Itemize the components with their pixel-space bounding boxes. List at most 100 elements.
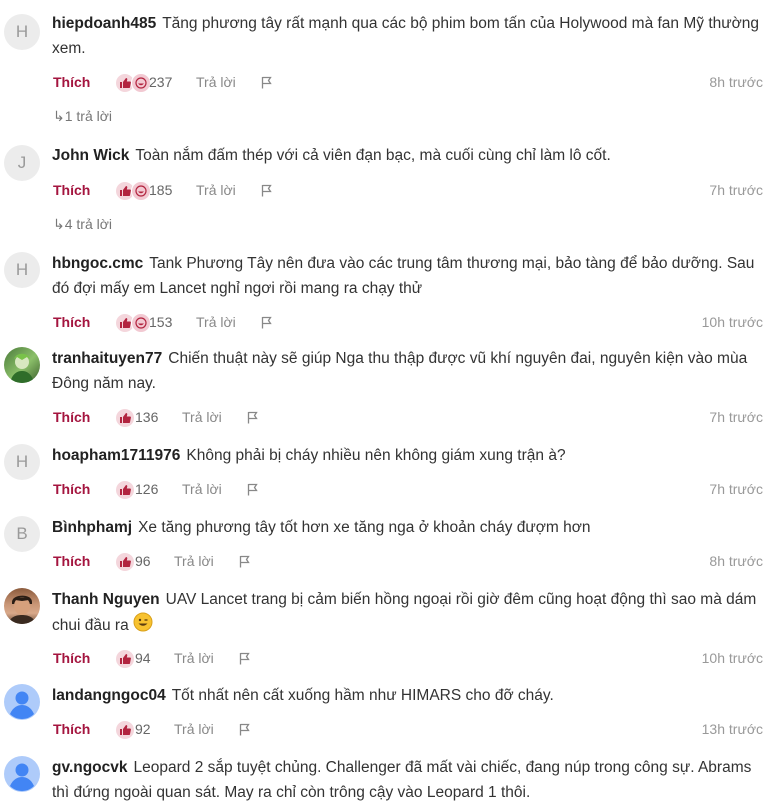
reaction-icons	[115, 552, 135, 572]
comment-text: Bìnhphamj Xe tăng phương tây tốt hơn xe t…	[52, 519, 591, 536]
haha-icon	[131, 181, 151, 201]
timestamp: 10h trước	[701, 314, 763, 330]
username[interactable]: Bìnhphamj	[52, 519, 132, 536]
like-button[interactable]: Thích	[53, 74, 90, 90]
flag-icon[interactable]	[261, 76, 273, 92]
thumbs-up-icon	[115, 720, 135, 740]
reply-arrow-icon: ↳	[53, 216, 65, 232]
reaction-icons	[115, 480, 135, 500]
comment-text: landangngoc04 Tốt nhất nên cất xuống hầm …	[52, 687, 554, 704]
avatar[interactable]: H	[4, 14, 40, 50]
like-button[interactable]: Thích	[53, 553, 90, 569]
comment-text: tranhaituyen77 Chiến thuật này sẽ giúp Ng…	[52, 350, 748, 392]
thumbs-up-icon	[115, 649, 135, 669]
like-button[interactable]: Thích	[53, 182, 90, 198]
timestamp: 10h trước	[701, 650, 763, 666]
avatar[interactable]: J	[4, 145, 40, 181]
reply-button[interactable]: Trả lời	[174, 553, 214, 569]
comment-actions: Thích 153 Trả lời 10h trước	[53, 313, 763, 334]
username[interactable]: hbngoc.cmc	[52, 255, 143, 272]
comment-text: hoapham1711976 Không phải bị cháy nhiều n…	[52, 447, 566, 464]
comment-text: gv.ngocvk Leopard 2 sắp tuyệt chủng. Chal…	[52, 759, 752, 801]
flag-icon[interactable]	[261, 316, 273, 332]
username[interactable]: gv.ngocvk	[52, 759, 128, 776]
comment-text: John Wick Toàn nắm đấm thép với cả viên đ…	[52, 147, 611, 164]
like-count: 126	[135, 481, 159, 497]
timestamp: 8h trước	[709, 74, 763, 90]
reaction-icons	[115, 649, 135, 669]
reply-button[interactable]: Trả lời	[182, 409, 222, 425]
reaction-icons	[115, 408, 135, 428]
comment-actions: Thích 94 Trả lời 10h trước	[53, 649, 763, 670]
avatar[interactable]	[4, 684, 40, 720]
username[interactable]: John Wick	[52, 147, 129, 164]
avatar-image	[8, 595, 36, 624]
reply-button[interactable]: Trả lời	[196, 74, 236, 90]
haha-icon	[131, 313, 151, 333]
username[interactable]: hiepdoanh485	[52, 15, 156, 32]
avatar[interactable]: H	[4, 444, 40, 480]
haha-icon	[131, 73, 151, 93]
like-count: 96	[135, 553, 151, 569]
flag-icon[interactable]	[239, 723, 251, 739]
avatar[interactable]: B	[4, 516, 40, 552]
reaction-icons	[115, 181, 151, 201]
reply-button[interactable]: Trả lời	[182, 481, 222, 497]
flag-icon[interactable]	[247, 483, 259, 499]
username[interactable]: tranhaituyen77	[52, 350, 162, 367]
comment-actions: Thích 136 Trả lời 7h trước	[53, 408, 763, 429]
default-user-icon	[10, 691, 34, 719]
like-button[interactable]: Thích	[53, 481, 90, 497]
view-replies-link[interactable]: ↳4 trả lời	[53, 216, 112, 233]
thumbs-up-icon	[115, 480, 135, 500]
avatar[interactable]	[4, 756, 40, 792]
smiley-emoji-icon	[133, 612, 153, 640]
like-button[interactable]: Thích	[53, 721, 90, 737]
like-button[interactable]: Thích	[53, 650, 90, 666]
username[interactable]: Thanh Nguyen	[52, 591, 160, 608]
view-replies-link[interactable]: ↳1 trả lời	[53, 108, 112, 125]
reply-button[interactable]: Trả lời	[174, 721, 214, 737]
like-count: 153	[149, 314, 173, 330]
reaction-icons	[115, 313, 151, 333]
timestamp: 8h trước	[709, 553, 763, 569]
timestamp: 7h trước	[709, 409, 763, 425]
like-button[interactable]: Thích	[53, 409, 90, 425]
timestamp: 13h trước	[701, 721, 763, 737]
reply-button[interactable]: Trả lời	[174, 650, 214, 666]
comment-actions: Thích 96 Trả lời 8h trước	[53, 552, 763, 573]
avatar[interactable]: H	[4, 252, 40, 288]
like-button[interactable]: Thích	[53, 314, 90, 330]
like-count: 94	[135, 650, 151, 666]
comment-actions: Thích 126 Trả lời 7h trước	[53, 480, 763, 501]
comment-text: hiepdoanh485 Tăng phương tây rất mạnh qua…	[52, 15, 760, 57]
like-count: 185	[149, 182, 173, 198]
like-count: 92	[135, 721, 151, 737]
like-count: 136	[135, 409, 159, 425]
comment-text: hbngoc.cmc Tank Phương Tây nên đưa vào cá…	[52, 255, 755, 297]
avatar[interactable]	[4, 588, 40, 624]
thumbs-up-icon	[115, 408, 135, 428]
reaction-icons	[115, 73, 151, 93]
flag-icon[interactable]	[261, 184, 273, 200]
flag-icon[interactable]	[247, 411, 259, 427]
comment-actions: Thích 185 Trả lời 7h trước	[53, 181, 763, 202]
timestamp: 7h trước	[709, 182, 763, 198]
flag-icon[interactable]	[239, 555, 251, 571]
reply-arrow-icon: ↳	[53, 108, 65, 124]
avatar-image	[10, 353, 34, 383]
timestamp: 7h trước	[709, 481, 763, 497]
reply-button[interactable]: Trả lời	[196, 314, 236, 330]
like-count: 237	[149, 74, 173, 90]
flag-icon[interactable]	[239, 652, 251, 668]
default-user-icon	[10, 763, 34, 791]
reaction-icons	[115, 720, 135, 740]
thumbs-up-icon	[115, 552, 135, 572]
avatar[interactable]	[4, 347, 40, 383]
username[interactable]: hoapham1711976	[52, 447, 180, 464]
comment-actions: Thích 237 Trả lời 8h trước	[53, 73, 763, 94]
username[interactable]: landangngoc04	[52, 687, 166, 704]
comment-actions: Thích 92 Trả lời 13h trước	[53, 720, 763, 741]
comment-text: Thanh Nguyen UAV Lancet trang bị cảm biến…	[52, 587, 772, 640]
reply-button[interactable]: Trả lời	[196, 182, 236, 198]
